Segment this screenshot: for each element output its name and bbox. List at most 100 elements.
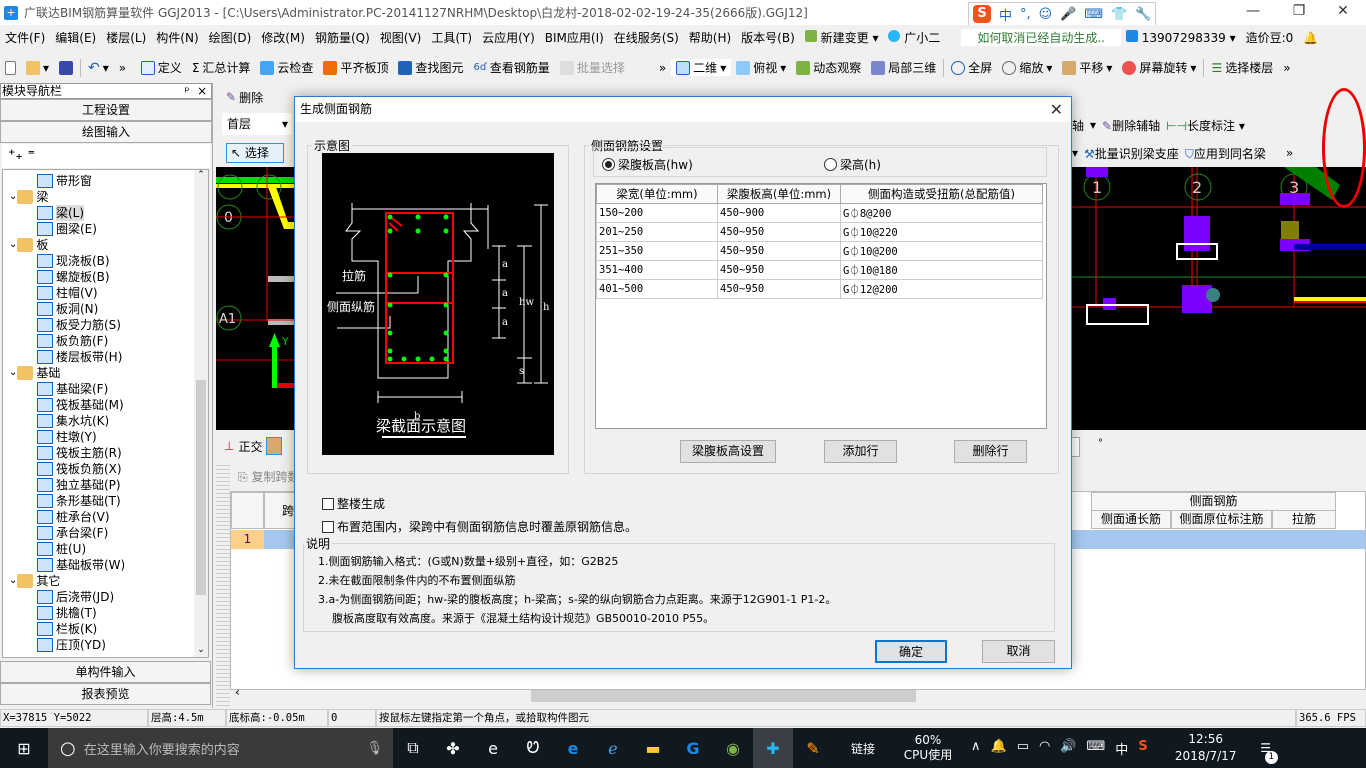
overflow-chevron-2[interactable]: » bbox=[654, 61, 671, 75]
ime-toolbar[interactable]: S 中 °, ☺ 🎤 ⌨ 👕 🔧 bbox=[968, 2, 1156, 26]
cell-rebar-value[interactable]: G⏀12@200 bbox=[840, 279, 1043, 299]
tool-view-rebar-qty[interactable]: 6ɗ 查看钢筋量 bbox=[468, 59, 554, 76]
tree-item[interactable]: 基础板带(W) bbox=[3, 557, 193, 573]
cell-web-height[interactable]: 450~950 bbox=[717, 222, 841, 242]
save-button[interactable] bbox=[54, 60, 78, 75]
ime-lang[interactable]: 中 bbox=[999, 5, 1012, 24]
task-view-icon[interactable]: ⧉ bbox=[393, 728, 433, 768]
scroll-left-icon[interactable]: ‹ bbox=[235, 685, 240, 699]
app-swirl-icon[interactable]: Ꮼ bbox=[513, 728, 553, 768]
view-local-3d[interactable]: 局部三维 bbox=[866, 59, 941, 76]
overflow-chevron-3[interactable]: » bbox=[1278, 61, 1295, 75]
tree-item[interactable]: 筏板基础(M) bbox=[3, 397, 193, 413]
menu-online[interactable]: 在线服务(S) bbox=[609, 29, 684, 46]
tree-item[interactable]: 栏板(K) bbox=[3, 621, 193, 637]
nav-project-settings[interactable]: 工程设置 bbox=[0, 99, 212, 121]
cell-beam-width[interactable]: 251~350 bbox=[596, 241, 718, 261]
cell-beam-width[interactable]: 401~500 bbox=[596, 279, 718, 299]
touch-keyboard-icon[interactable]: ⌨ bbox=[1087, 739, 1106, 758]
radio-h-circle[interactable] bbox=[824, 158, 837, 171]
table-row[interactable]: 351~400 450~950 G⏀10@180 bbox=[596, 260, 1043, 280]
chevron-down-icon[interactable]: ⌄ bbox=[9, 189, 17, 205]
chevron-down-icon[interactable]: ⌄ bbox=[9, 573, 17, 589]
scroll-thumb[interactable] bbox=[196, 380, 206, 595]
nav-drawing-input[interactable]: 绘图输入 bbox=[0, 121, 212, 143]
delete-aux-button[interactable]: ✎删除辅轴 bbox=[1102, 117, 1160, 134]
pin-icon[interactable]: ᵖ bbox=[184, 84, 189, 98]
tree-item[interactable]: 柱帽(V) bbox=[3, 285, 193, 301]
menu-modify[interactable]: 修改(M) bbox=[256, 29, 310, 46]
view-top[interactable]: 俯视 ▾ bbox=[731, 59, 791, 76]
tree-item[interactable]: 柱墩(Y) bbox=[3, 429, 193, 445]
menu-cloud[interactable]: 云应用(Y) bbox=[477, 29, 540, 46]
ime-keyboard-icon[interactable]: ⌨ bbox=[1084, 7, 1103, 22]
ime-mic-icon[interactable]: 🎤 bbox=[1060, 7, 1076, 22]
ie-icon[interactable]: ℯ bbox=[593, 728, 633, 768]
menu-version[interactable]: 版本号(B) bbox=[736, 29, 800, 46]
tree-item[interactable]: 后浇带(JD) bbox=[3, 589, 193, 605]
glodon-g-icon[interactable]: G bbox=[673, 728, 713, 768]
radio-hw[interactable]: 梁腹板高(hw) bbox=[602, 156, 693, 173]
table-row[interactable]: 401~500 450~950 G⏀12@200 bbox=[596, 279, 1043, 299]
delete-tool[interactable]: ✎ 删除 bbox=[216, 86, 296, 108]
ggj-app-icon[interactable]: ✚ bbox=[753, 728, 793, 768]
cell-web-height[interactable]: 450~900 bbox=[717, 203, 841, 223]
tree-item[interactable]: 带形窗 bbox=[3, 173, 193, 189]
cell-web-height[interactable]: 450~950 bbox=[717, 279, 841, 299]
menu-component[interactable]: 构件(N) bbox=[151, 29, 203, 46]
view-pan[interactable]: 平移 ▾ bbox=[1057, 59, 1117, 76]
expand-all-icon[interactable]: ⁺₊ bbox=[8, 147, 23, 163]
tree-folder[interactable]: ⌄ 梁 bbox=[3, 189, 193, 205]
menu-help[interactable]: 帮助(H) bbox=[684, 29, 736, 46]
file-explorer-icon[interactable]: ▬ bbox=[633, 728, 673, 768]
table-row[interactable]: 201~250 450~950 G⏀10@220 bbox=[596, 222, 1043, 242]
link-toolbar[interactable]: 链接 bbox=[833, 740, 893, 757]
tree-folder[interactable]: ⌄ 其它 bbox=[3, 573, 193, 589]
tree-item[interactable]: 圈梁(E) bbox=[3, 221, 193, 237]
tree-item[interactable]: 桩承台(V) bbox=[3, 509, 193, 525]
edge-icon[interactable]: e bbox=[553, 728, 593, 768]
cell-beam-width[interactable]: 150~200 bbox=[596, 203, 718, 223]
h-scroll-thumb[interactable] bbox=[531, 690, 916, 702]
collapse-all-icon[interactable]: ⁼ bbox=[28, 147, 35, 163]
tree-item[interactable]: 板负筋(F) bbox=[3, 333, 193, 349]
cell-web-height[interactable]: 450~950 bbox=[717, 241, 841, 261]
cell-web-height[interactable]: 450~950 bbox=[717, 260, 841, 280]
view-orbit[interactable]: 动态观察 bbox=[791, 59, 866, 76]
tree-item[interactable]: 梁(L) bbox=[3, 205, 193, 221]
chevron-down-icon[interactable]: ⌄ bbox=[9, 365, 17, 381]
scroll-up-icon[interactable]: ⌃ bbox=[194, 170, 208, 180]
tray-bell-icon[interactable]: 🔔 bbox=[991, 739, 1007, 758]
cell-rebar-value[interactable]: G⏀8@200 bbox=[840, 203, 1043, 223]
browser-green-icon[interactable]: ◉ bbox=[713, 728, 753, 768]
account-menu[interactable]: 13907298339 ▾ bbox=[1121, 30, 1241, 45]
add-row-button[interactable]: 添加行 bbox=[824, 440, 897, 463]
tree-item[interactable]: 条形基础(T) bbox=[3, 493, 193, 509]
close-window-button[interactable]: ✕ bbox=[1320, 0, 1366, 25]
tree-item[interactable]: 筏板负筋(X) bbox=[3, 461, 193, 477]
menu-rebar-qty[interactable]: 钢筋量(Q) bbox=[310, 29, 375, 46]
overflow-chevron-4[interactable]: » bbox=[1286, 146, 1293, 160]
nav-report-preview[interactable]: 报表预览 bbox=[0, 683, 211, 705]
sogou-tray-icon[interactable]: S bbox=[1138, 739, 1147, 758]
app-pinwheel-icon[interactable]: ✤ bbox=[433, 728, 473, 768]
tree-item[interactable]: 筏板主筋(R) bbox=[3, 445, 193, 461]
ok-button[interactable]: 确定 bbox=[875, 640, 947, 663]
tree-scrollbar[interactable]: ⌃ ⌄ bbox=[194, 170, 208, 657]
tree-item[interactable]: 桩(U) bbox=[3, 541, 193, 557]
ime-skin-icon[interactable]: 👕 bbox=[1111, 7, 1127, 22]
taskbar-search[interactable]: ○ 在这里输入你要搜索的内容 🎙 bbox=[48, 728, 393, 768]
chevron-down-icon[interactable]: ⌄ bbox=[9, 237, 17, 253]
clock[interactable]: 12:56 2018/7/17 bbox=[1166, 731, 1246, 765]
volume-icon[interactable]: 🔊 bbox=[1060, 739, 1076, 758]
assistant-button[interactable]: 广小二 bbox=[883, 29, 945, 46]
ime-punct-icon[interactable]: °, bbox=[1020, 7, 1031, 22]
web-height-settings-button[interactable]: 梁腹板高设置 bbox=[680, 440, 776, 463]
tree-item[interactable]: 基础梁(F) bbox=[3, 381, 193, 397]
delete-row-button[interactable]: 删除行 bbox=[954, 440, 1027, 463]
ime-lang-indicator[interactable]: 中 bbox=[1115, 739, 1128, 758]
action-center-icon[interactable]: ☰ 1 bbox=[1246, 741, 1286, 764]
cell-beam-width[interactable]: 351~400 bbox=[596, 260, 718, 280]
length-dim-button[interactable]: ⊢⊣长度标注 ▾ bbox=[1166, 117, 1245, 134]
tool-find-element[interactable]: 查找图元 bbox=[393, 59, 468, 76]
